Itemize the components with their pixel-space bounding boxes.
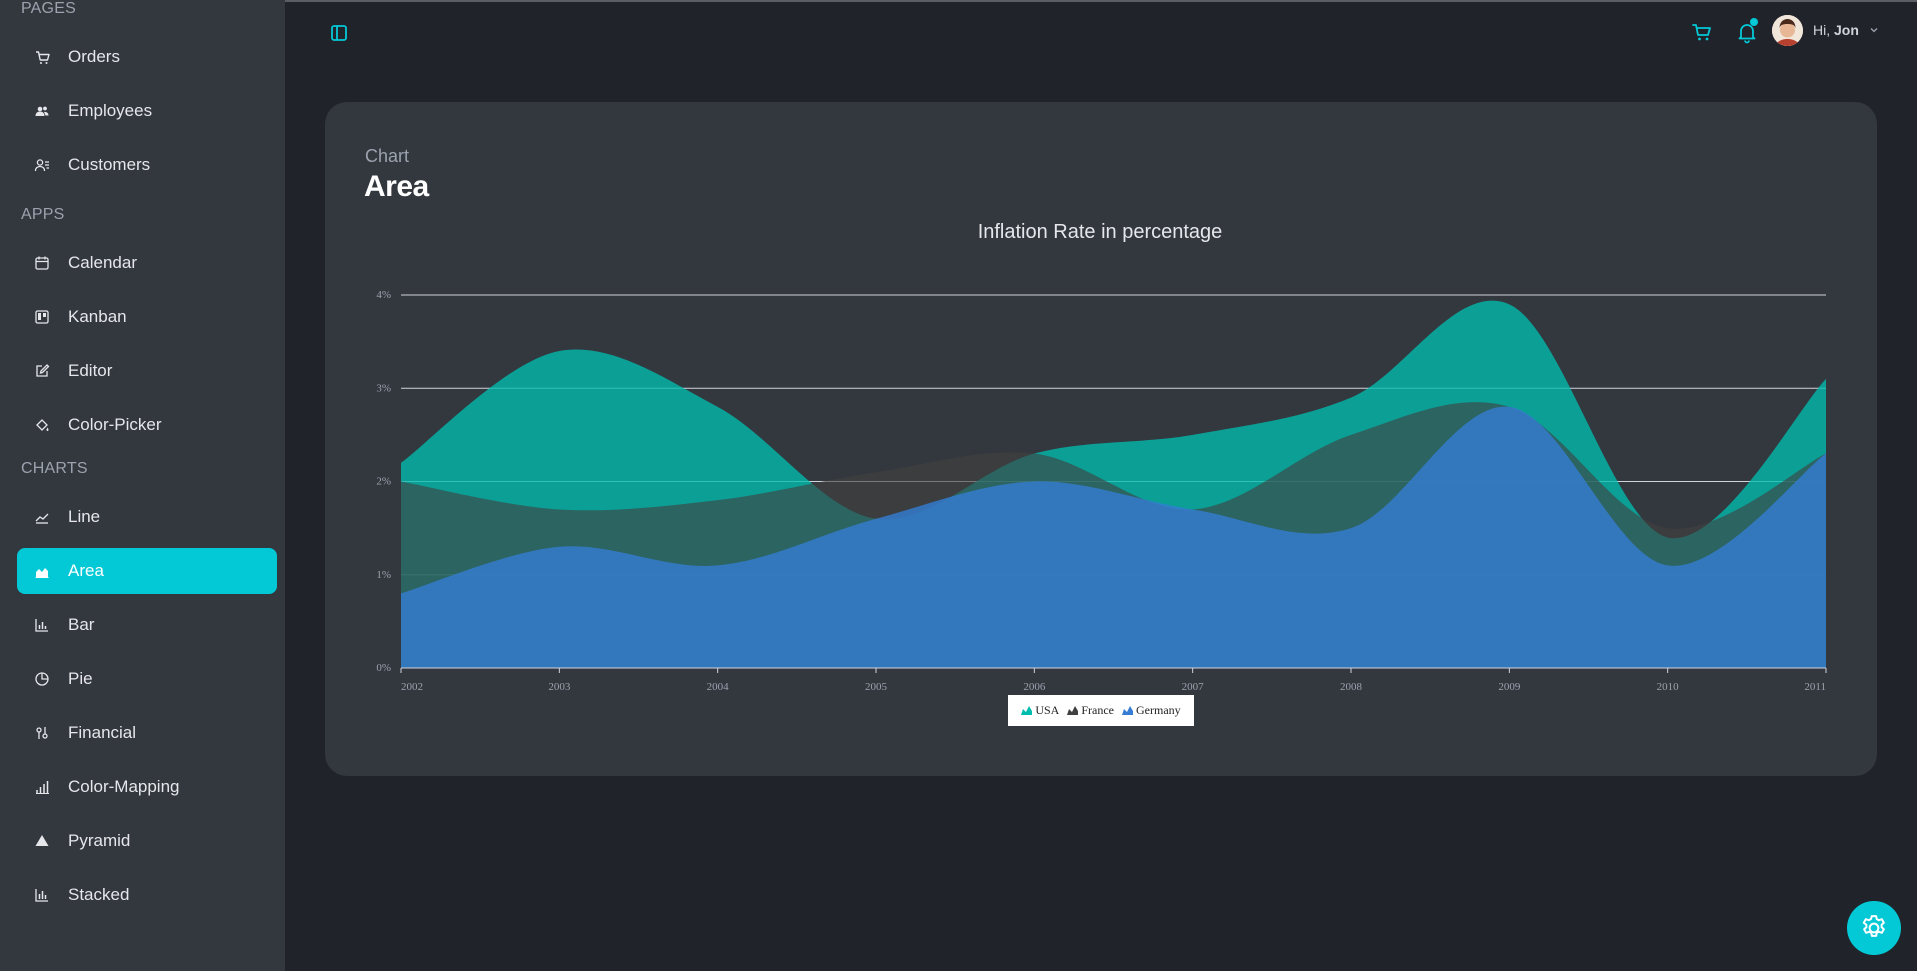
x-tick-label: 2010 — [1657, 681, 1680, 693]
y-tick-label: 0% — [376, 662, 391, 674]
x-tick-label: 2011 — [1804, 681, 1826, 693]
legend-area-icon — [1122, 706, 1133, 715]
settings-button[interactable] — [1847, 901, 1901, 955]
x-tick-label: 2003 — [548, 681, 571, 693]
legend-area-icon — [1067, 706, 1079, 715]
x-tick-label: 2007 — [1182, 681, 1205, 693]
legend-label: France — [1081, 703, 1114, 717]
area-chart: Inflation Rate in percentage 0% 1% 2% 3% 4% 2… — [376, 221, 1827, 693]
y-tick-label: 2% — [376, 476, 391, 488]
legend-item-germany[interactable]: Germany — [1122, 703, 1181, 718]
x-tick-label: 2002 — [401, 681, 423, 693]
x-tick-label: 2004 — [707, 681, 730, 693]
y-tick-label: 1% — [376, 569, 391, 581]
y-tick-label: 4% — [376, 289, 391, 301]
chart-legend: USA France Germany — [1008, 695, 1194, 726]
y-tick-label: 3% — [376, 382, 391, 394]
legend-area-icon — [1021, 706, 1033, 715]
legend-label: USA — [1035, 703, 1060, 717]
legend-label: Germany — [1136, 703, 1181, 717]
x-tick-label: 2008 — [1340, 681, 1363, 693]
legend-item-france[interactable]: France — [1067, 703, 1114, 718]
legend-item-usa[interactable]: USA — [1021, 703, 1059, 718]
chart-title: Inflation Rate in percentage — [978, 221, 1223, 243]
x-tick-label: 2006 — [1023, 681, 1046, 693]
gear-icon — [1862, 915, 1885, 937]
x-tick-label: 2005 — [865, 681, 888, 693]
x-tick-label: 2009 — [1498, 681, 1521, 693]
